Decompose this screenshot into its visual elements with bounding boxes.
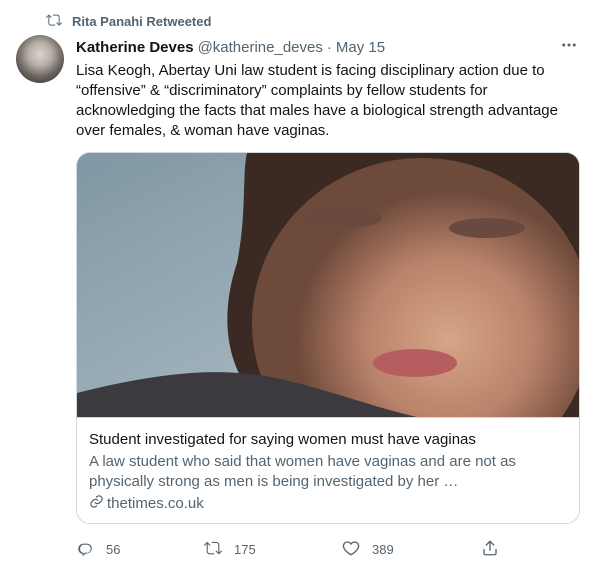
retweet-context-label: Rita Panahi Retweeted <box>72 13 212 29</box>
retweet-icon <box>204 539 222 560</box>
tweet-header: Katherine Deves @katherine_deves · May 1… <box>76 37 578 57</box>
tweet-text: Lisa Keogh, Abertay Uni law student is f… <box>76 62 563 139</box>
card-title: Student investigated for saying women mu… <box>89 431 476 448</box>
author-handle[interactable]: @katherine_deves <box>198 39 323 56</box>
retweet-context[interactable]: Rita Panahi Retweeted <box>46 12 211 30</box>
card-description: A law student who said that women have v… <box>89 453 516 490</box>
tweet-actions: 56 175 389 <box>76 538 506 560</box>
share-icon <box>481 539 499 560</box>
reply-icon <box>76 539 94 560</box>
reply-count: 56 <box>106 541 121 557</box>
retweet-count: 175 <box>234 541 256 557</box>
link-card[interactable]: Student investigated for saying women mu… <box>76 152 580 524</box>
like-button[interactable]: 389 <box>342 539 394 560</box>
card-domain: thetimes.co.uk <box>107 495 204 512</box>
reply-button[interactable]: 56 <box>76 539 120 560</box>
card-link[interactable]: thetimes.co.uk <box>89 494 569 513</box>
tweet-date[interactable]: May 15 <box>336 39 385 56</box>
like-count: 389 <box>372 541 394 557</box>
author-name[interactable]: Katherine Deves <box>76 39 194 56</box>
share-button[interactable] <box>481 539 499 560</box>
more-icon <box>560 36 578 59</box>
card-body[interactable]: Student investigated for saying women mu… <box>77 417 579 523</box>
separator-dot: · <box>326 38 332 56</box>
card-image[interactable] <box>77 153 579 417</box>
heart-icon <box>342 539 360 560</box>
avatar[interactable] <box>16 35 64 83</box>
retweet-button[interactable]: 175 <box>204 539 256 560</box>
link-icon <box>89 494 104 513</box>
retweet-icon <box>46 12 62 31</box>
more-button[interactable] <box>558 36 580 58</box>
